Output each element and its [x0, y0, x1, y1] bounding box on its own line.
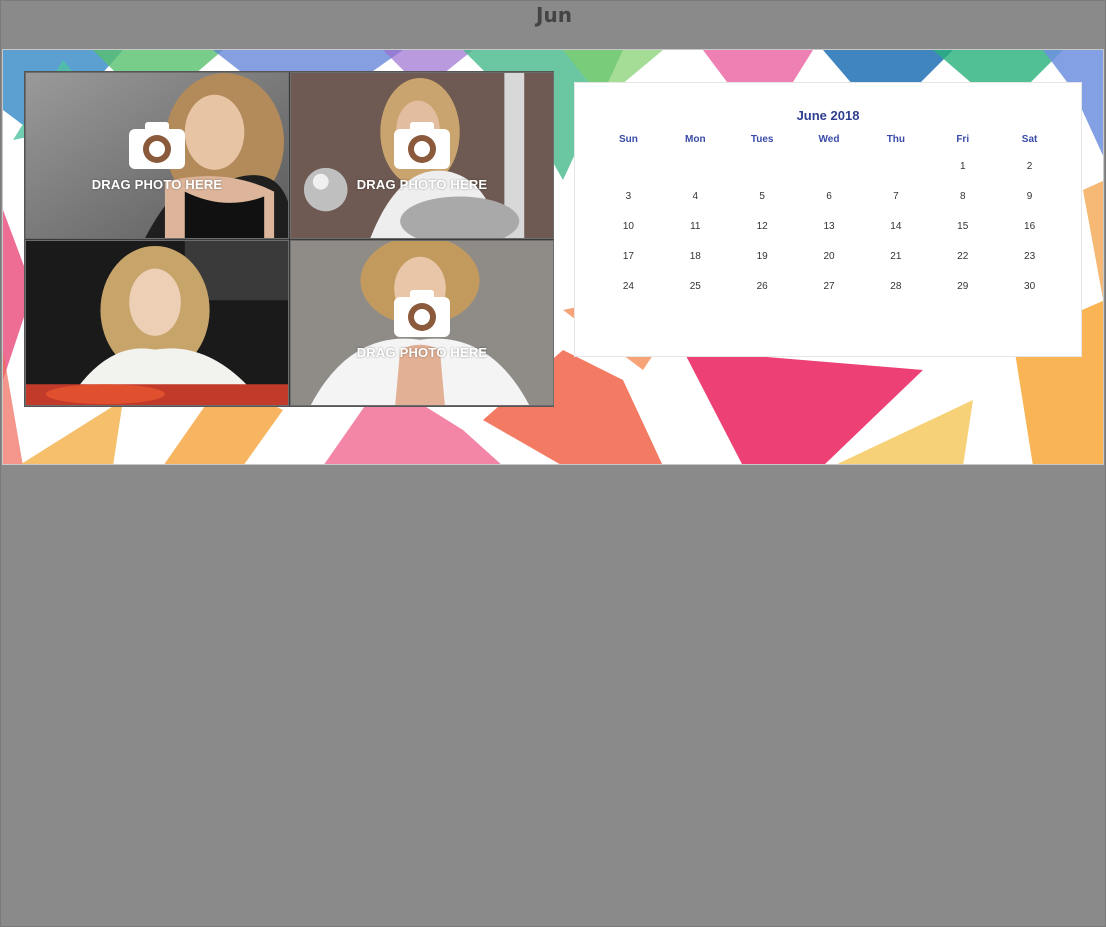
- week-row: 10 11 12 13 14 15 16: [595, 221, 1063, 251]
- day-cell: 23: [1024, 251, 1036, 262]
- week-row: 24 25 26 27 28 29 30: [595, 281, 1063, 311]
- day-cell: 19: [756, 251, 768, 262]
- weekday-label: Sun: [618, 134, 638, 145]
- drop-zone[interactable]: DRAG PHOTO HERE: [291, 73, 553, 238]
- photo-slot-4[interactable]: DRAG PHOTO HERE: [290, 240, 554, 406]
- week-row: 3 4 5 6 7 8 9: [595, 191, 1063, 221]
- day-cell: 9: [1026, 191, 1033, 202]
- drag-photo-label: DRAG PHOTO HERE: [91, 177, 223, 192]
- weekday-label: Tues: [750, 134, 774, 145]
- drop-zone[interactable]: DRAG PHOTO HERE: [26, 73, 288, 238]
- day-cell: 11: [690, 221, 701, 232]
- drop-zone[interactable]: DRAG PHOTO HERE: [291, 241, 553, 405]
- portrait-image: [26, 241, 288, 405]
- day-cell: 13: [823, 221, 835, 232]
- photo-slot-3[interactable]: [25, 240, 289, 406]
- drag-photo-label: DRAG PHOTO HERE: [356, 177, 488, 192]
- camera-icon: [394, 122, 450, 169]
- day-cell: 4: [692, 191, 699, 202]
- day-cell: [796, 161, 863, 191]
- day-cell: 18: [689, 251, 701, 262]
- calendar-page: DRAG PHOTO HERE DRAG PHOTO HERE DRAG PHO…: [2, 49, 1104, 465]
- day-cell: 16: [1024, 221, 1036, 232]
- day-cell: 30: [1024, 281, 1036, 292]
- month-calendar: June 2018 Sun Mon Tues Wed Thu Fri Sat 1: [574, 82, 1082, 357]
- camera-icon: [394, 290, 450, 337]
- day-cell: 2: [1026, 161, 1033, 172]
- day-cell: 27: [823, 281, 835, 292]
- photo-slot-2[interactable]: DRAG PHOTO HERE: [290, 72, 554, 239]
- day-cell: 22: [957, 251, 969, 262]
- day-cell: 15: [957, 221, 969, 232]
- day-cell: 6: [826, 191, 832, 202]
- day-cell: 28: [890, 281, 902, 292]
- calendar-title: June 2018: [796, 108, 860, 123]
- weekday-label: Thu: [886, 134, 906, 145]
- weekday-label: Fri: [956, 134, 970, 145]
- calendar-editor: Jun DRAG PHOTO HERE DRAG PHOTO HERE DRAG…: [0, 0, 1106, 927]
- drag-photo-label: DRAG PHOTO HERE: [356, 345, 488, 360]
- day-cell: 26: [756, 281, 768, 292]
- weekday-label: Mon: [685, 134, 706, 145]
- day-cell: [662, 161, 729, 191]
- day-cell: 17: [622, 251, 634, 262]
- day-cell: 14: [890, 221, 902, 232]
- day-cell: 24: [622, 281, 634, 292]
- day-cell: 1: [959, 161, 966, 172]
- day-cell: 21: [890, 251, 902, 262]
- photo-slot-1[interactable]: DRAG PHOTO HERE: [25, 72, 289, 239]
- day-cell: 12: [756, 221, 768, 232]
- day-cell: 20: [823, 251, 835, 262]
- weekday-label: Wed: [818, 134, 840, 145]
- day-cell: 7: [893, 191, 899, 202]
- photo-collage: DRAG PHOTO HERE DRAG PHOTO HERE DRAG PHO…: [24, 71, 554, 407]
- day-cell: 29: [957, 281, 969, 292]
- week-row: 17 18 19 20 21 22 23: [595, 251, 1063, 281]
- day-cell: 3: [625, 191, 632, 202]
- day-cell: [595, 161, 662, 191]
- day-cell: [862, 161, 929, 191]
- weekday-label: Sat: [1021, 134, 1038, 145]
- calendar-grid: 1 2 3 4 5 6 7 8 9 10 11 12 13 14 15 16 1…: [595, 161, 1063, 311]
- weekday-header: Sun Mon Tues Wed Thu Fri Sat: [595, 134, 1063, 148]
- day-cell: 5: [759, 191, 765, 202]
- day-cell: 25: [689, 281, 701, 292]
- camera-icon: [129, 122, 185, 169]
- day-cell: [729, 161, 796, 191]
- day-cell: 8: [959, 191, 966, 202]
- day-cell: 10: [622, 221, 634, 232]
- month-tab-title[interactable]: Jun: [1, 3, 1106, 27]
- week-row: 1 2: [595, 161, 1063, 191]
